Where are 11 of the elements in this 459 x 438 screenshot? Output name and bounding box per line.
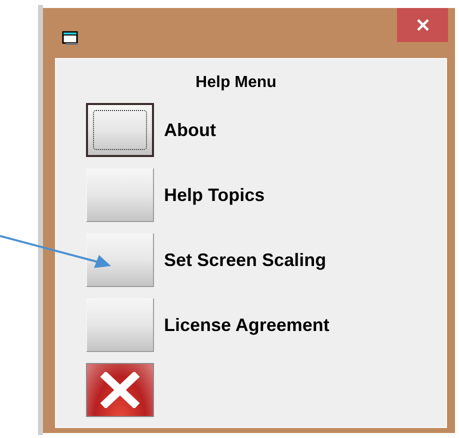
- close-button[interactable]: [397, 8, 448, 42]
- menu-label: Set Screen Scaling: [164, 250, 326, 270]
- exit-button[interactable]: [86, 363, 154, 417]
- menu-label: License Agreement: [164, 314, 330, 336]
- menu-label: About: [164, 120, 216, 140]
- menu-label: Help Topics: [164, 184, 265, 206]
- close-icon: [99, 372, 141, 408]
- dialog-heading: Help Menu: [196, 74, 276, 92]
- menu-button[interactable]: [86, 103, 154, 157]
- close-icon: [416, 19, 428, 31]
- focus-ring: [93, 110, 147, 150]
